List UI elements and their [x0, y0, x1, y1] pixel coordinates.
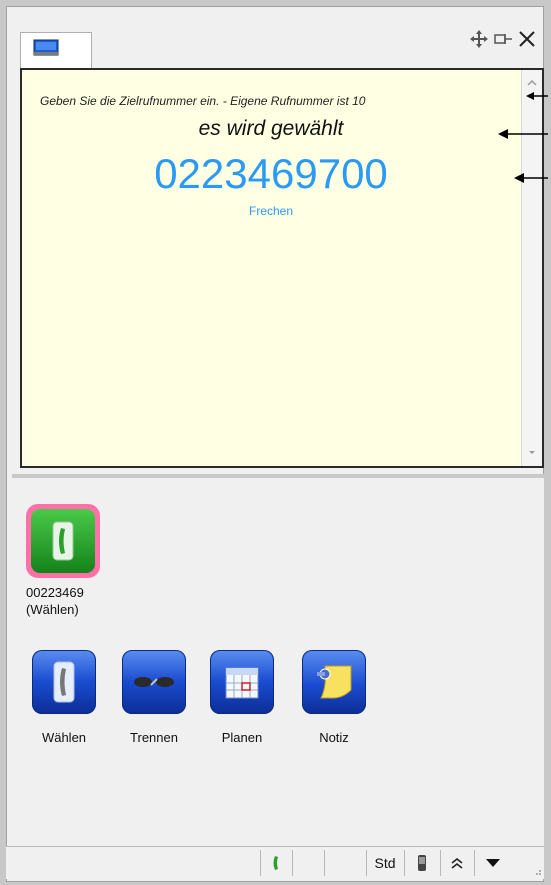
- dial-number-tile[interactable]: [26, 504, 100, 578]
- calendar-icon: [225, 667, 259, 699]
- phone-small-icon: [273, 856, 278, 870]
- note-label: Notiz: [319, 730, 349, 745]
- phone-icon: [53, 661, 75, 703]
- disconnect-label: Trennen: [130, 730, 178, 745]
- dropdown-button[interactable]: [482, 853, 504, 873]
- dialed-number: 0223469700: [154, 150, 388, 197]
- disconnect-button[interactable]: [122, 650, 186, 714]
- call-status-icon[interactable]: [268, 853, 286, 873]
- triangle-down-icon: [486, 859, 500, 867]
- window-controls: [468, 28, 538, 50]
- call-status: es wird gewählt: [198, 117, 344, 140]
- status-bar: Std: [6, 846, 544, 879]
- dial-button[interactable]: [32, 650, 96, 714]
- annotation-arrows: [498, 92, 548, 183]
- tab-bar: [12, 20, 544, 68]
- schedule-button[interactable]: [210, 650, 274, 714]
- note-button[interactable]: [302, 650, 366, 714]
- monitor-icon: [33, 39, 59, 57]
- mode-indicator[interactable]: Std: [370, 853, 400, 873]
- dial-hint: Geben Sie die Zielrufnummer ein. - Eigen…: [40, 94, 366, 108]
- pin-icon[interactable]: [492, 28, 514, 50]
- dial-tile-label: 00223469 (Wählen): [26, 585, 84, 617]
- call-display: Geben Sie die Zielrufnummer ein. - Eigen…: [20, 68, 544, 468]
- tab-phone[interactable]: [20, 32, 92, 68]
- mobile-icon: [418, 855, 426, 871]
- move-icon[interactable]: [468, 28, 490, 50]
- number-location: Frechen: [248, 204, 294, 218]
- schedule-label: Planen: [221, 730, 263, 745]
- device-icon[interactable]: [414, 853, 430, 873]
- resize-grip-icon[interactable]: [532, 861, 542, 881]
- disconnect-icon: [134, 677, 174, 687]
- close-icon[interactable]: [516, 28, 538, 50]
- note-icon: [317, 665, 352, 699]
- dial-label: Wählen: [41, 730, 87, 745]
- scroll-down-icon[interactable]: [526, 448, 538, 458]
- collapse-button[interactable]: [446, 853, 468, 873]
- double-chevron-up-icon: [451, 857, 463, 869]
- phone-handset-icon: [52, 521, 74, 561]
